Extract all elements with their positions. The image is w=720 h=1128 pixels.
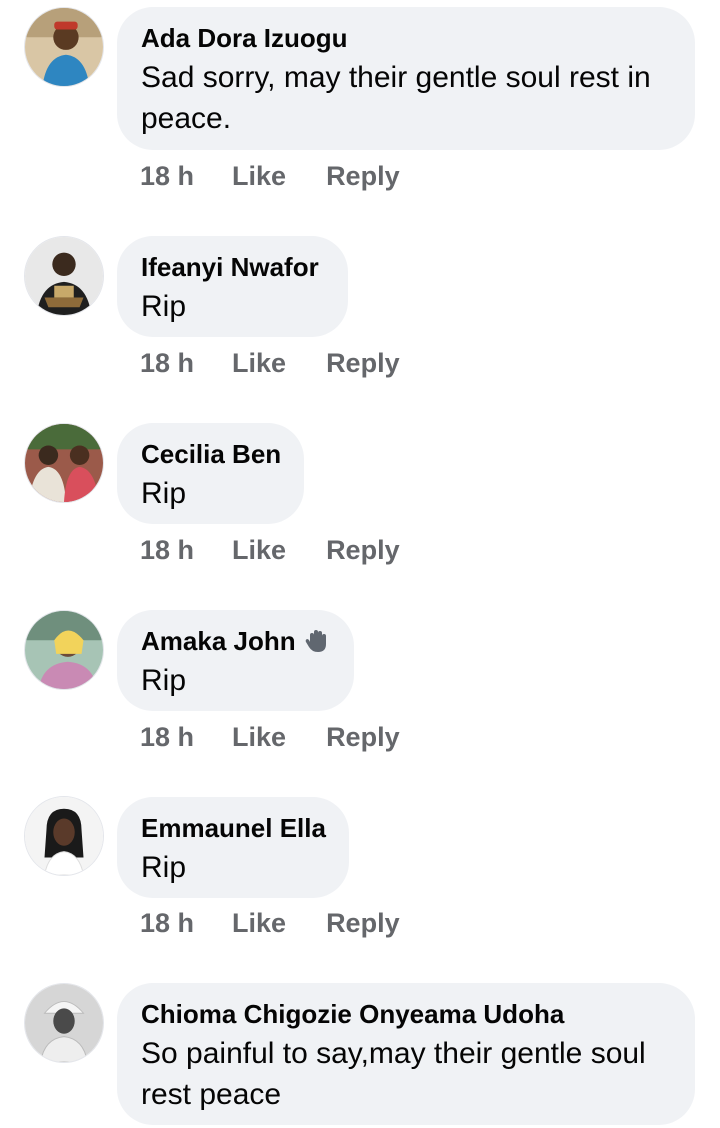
like-button[interactable]: Like <box>232 908 286 939</box>
avatar[interactable] <box>24 610 104 690</box>
like-button[interactable]: Like <box>232 161 286 192</box>
comment-text: Rip <box>141 290 187 323</box>
comment-bubble: Ifeanyi Nwafor Rip <box>117 236 348 337</box>
comment-text: So painful to say,may their gentle soul … <box>141 1037 646 1111</box>
avatar[interactable] <box>24 236 104 316</box>
like-button[interactable]: Like <box>232 535 286 566</box>
reply-button[interactable]: Reply <box>326 535 400 566</box>
comment-timestamp[interactable]: 18 h <box>140 722 194 753</box>
comment-timestamp[interactable]: 18 h <box>140 348 194 379</box>
comment-text: Sad sorry, may their gentle soul rest in… <box>141 61 651 135</box>
reply-button[interactable]: Reply <box>326 348 400 379</box>
comment-actions: 18 h Like Reply <box>140 348 400 379</box>
comment-author-name: Amaka John <box>141 626 296 656</box>
avatar[interactable] <box>24 796 104 876</box>
reply-button[interactable]: Reply <box>326 908 400 939</box>
comment-author[interactable]: Amaka John <box>141 624 330 658</box>
comment-timestamp[interactable]: 18 h <box>140 161 194 192</box>
comment-text: Rip <box>141 664 187 697</box>
comment-bubble: Cecilia Ben Rip <box>117 423 304 524</box>
comment-actions: 18 h Like Reply <box>140 908 400 939</box>
comment-text: Rip <box>141 477 187 510</box>
like-button[interactable]: Like <box>232 722 286 753</box>
comment-bubble: Amaka John Rip <box>117 610 354 711</box>
comment-actions: 18 h Like Reply <box>140 722 400 753</box>
reply-button[interactable]: Reply <box>326 722 400 753</box>
avatar[interactable] <box>24 423 104 503</box>
comment-author[interactable]: Cecilia Ben <box>141 437 281 471</box>
comment-author[interactable]: Chioma Chigozie Onyeama Udoha <box>141 997 671 1031</box>
avatar[interactable] <box>24 983 104 1063</box>
comment-actions: 18 h Like Reply <box>140 535 400 566</box>
comment-actions: 18 h Like Reply <box>140 161 400 192</box>
comment-author[interactable]: Ada Dora Izuogu <box>141 21 671 55</box>
waving-hand-icon <box>304 628 330 654</box>
comment-bubble: Ada Dora Izuogu Sad sorry, may their gen… <box>117 7 695 150</box>
avatar[interactable] <box>24 7 104 87</box>
reply-button[interactable]: Reply <box>326 161 400 192</box>
comment-timestamp[interactable]: 18 h <box>140 535 194 566</box>
comment-timestamp[interactable]: 18 h <box>140 908 194 939</box>
comment-text: Rip <box>141 851 187 884</box>
comment-author[interactable]: Emmaunel Ella <box>141 811 326 845</box>
comment-bubble: Emmaunel Ella Rip <box>117 797 349 898</box>
like-button[interactable]: Like <box>232 348 286 379</box>
comment-bubble: Chioma Chigozie Onyeama Udoha So painful… <box>117 983 695 1125</box>
comment-author[interactable]: Ifeanyi Nwafor <box>141 250 324 284</box>
